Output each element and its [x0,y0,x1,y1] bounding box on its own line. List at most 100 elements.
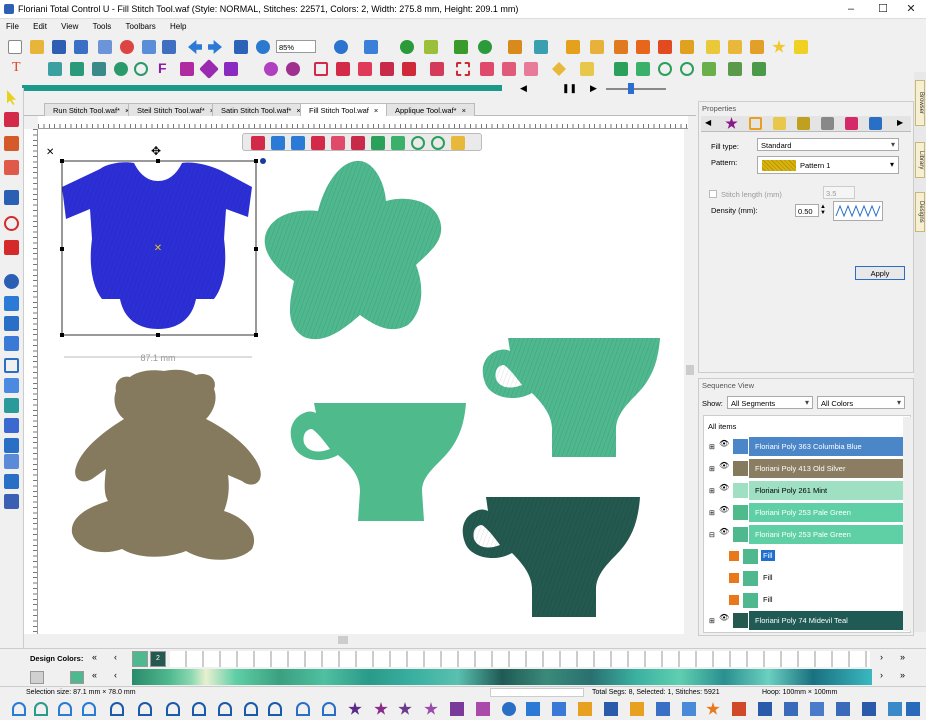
seq-fill-item[interactable]: Fill [729,569,909,589]
hand-stitch-icon[interactable] [578,702,592,716]
node-icon[interactable] [552,62,566,76]
eye-visibility-icon[interactable]: 👁 [719,527,729,536]
zoom-field[interactable]: 85% [276,40,316,53]
layers-icon[interactable] [658,40,672,54]
redo-icon[interactable] [208,40,222,54]
collapse-icon[interactable]: ⊟ [709,531,715,539]
stitch-length-field[interactable]: 3.5 [823,186,855,199]
outline-icon[interactable] [524,62,538,76]
print-icon[interactable] [98,40,112,54]
node-edit-icon[interactable] [4,190,19,205]
resize-icon[interactable] [70,62,84,76]
move-icon[interactable] [48,62,62,76]
tab-effects-icon[interactable] [797,117,810,130]
trim-icon[interactable] [430,62,444,76]
font-icon[interactable]: F [158,60,172,76]
photo-stitch-icon[interactable] [4,474,19,489]
last-color-icon[interactable]: » [900,652,905,662]
pattern-tool-icon[interactable] [4,398,19,413]
import-icon[interactable] [728,40,742,54]
flip-v-icon[interactable] [391,136,405,150]
density-field[interactable]: 0.50 [795,204,819,217]
player-next-icon[interactable]: ▶ [590,83,597,94]
distribute-icon[interactable] [728,62,742,76]
design-color-swatch[interactable] [132,651,148,667]
combine-icon[interactable] [380,62,394,76]
rotate-cw-icon[interactable] [431,136,445,150]
cut-object-icon[interactable] [251,136,265,150]
fill-stitch-pattern-icon[interactable] [682,702,696,716]
library-tab[interactable]: Library [915,142,925,178]
player-pause-icon[interactable]: ❚❚ [562,83,577,94]
star-design[interactable] [264,160,442,340]
tab-fill-stitch[interactable]: Fill Stitch Tool.waf × [300,103,388,116]
next-thread-icon[interactable]: › [880,670,883,680]
fill-stitch-pattern-icon[interactable] [836,702,850,716]
tab-fill-star-icon[interactable] [725,117,738,129]
share-icon[interactable] [364,40,378,54]
expand-icon[interactable]: ⊞ [709,487,715,495]
fill-stitch-pattern-icon[interactable] [758,702,772,716]
stitch-arc-icon[interactable] [34,702,48,716]
transform-icon[interactable] [351,136,365,150]
globe-tool-icon[interactable] [4,274,19,289]
lock-icon[interactable] [680,40,694,54]
export-icon[interactable] [706,40,720,54]
duplicate-icon[interactable] [331,136,345,150]
stitch-length-checkbox[interactable] [709,190,717,198]
circle-stitch-icon[interactable] [502,702,516,716]
mirror-v-icon[interactable] [636,62,650,76]
tools-icon[interactable] [534,40,548,54]
prev-color-icon[interactable]: ‹ [114,652,117,662]
fill-stitch-pattern-icon[interactable] [656,702,670,716]
motif-stitch-icon[interactable] [450,702,464,716]
colors-filter[interactable]: All Colors [817,396,905,409]
menu-edit[interactable]: Edit [27,19,53,31]
folder-icon[interactable] [750,40,764,54]
seq-row-columbia-blue[interactable]: ⊞ 👁 Floriani Poly 363 Columbia Blue [709,437,909,457]
design-canvas[interactable]: ✥ ✕ ✕ 87.1 mm [38,129,688,634]
flower-icon[interactable] [286,62,300,76]
stitch-arc-icon[interactable] [58,702,72,716]
fill-stitch-pattern-icon[interactable] [732,702,746,716]
teacup-dark-design[interactable] [462,497,640,617]
teddy-bear-design[interactable] [71,369,261,560]
rotate-right-icon[interactable] [680,62,694,76]
apply-button[interactable]: Apply [855,266,905,280]
orange-star-icon[interactable] [706,702,720,715]
star-stitch-icon[interactable] [398,702,412,715]
cut-icon[interactable] [120,40,134,54]
expand-icon[interactable]: ⊞ [709,509,715,517]
run-stitch-icon[interactable] [4,160,19,175]
menu-toolbars[interactable]: Toolbars [120,19,162,31]
satin-tool-icon[interactable] [4,378,19,393]
thread-icon[interactable] [566,40,580,54]
tab-prev-icon[interactable]: ◀ [705,118,715,128]
tab-applique[interactable]: Applique Tool.waf* × [386,103,475,116]
box-tool-icon[interactable] [4,358,19,373]
marquee-icon[interactable] [456,62,470,76]
sequence-scrollbar[interactable] [903,417,911,631]
scroll-thumb[interactable] [338,636,348,644]
pattern-select[interactable]: Pattern 1 ▾ [757,156,899,174]
knife-icon[interactable] [580,62,594,76]
ungroup-icon[interactable] [358,62,372,76]
fill-stitch-pattern-icon[interactable] [906,702,920,716]
expand-icon[interactable]: ⊞ [709,443,715,451]
density-spinner[interactable]: ▲ ▼ [819,204,827,217]
needle-icon[interactable] [424,40,438,54]
reshape-icon[interactable] [4,112,19,127]
tab-pattern-icon[interactable] [773,117,786,130]
zoom-icon[interactable] [4,216,19,231]
circle-tool-icon[interactable] [134,62,148,76]
segments-filter[interactable]: All Segments [727,396,813,409]
settings-gear-icon[interactable] [256,40,270,54]
stitch-arc-icon[interactable] [166,702,180,716]
stitch-arc-icon[interactable] [218,702,232,716]
select-box-icon[interactable] [314,62,328,76]
rotate-ccw-icon[interactable] [411,136,425,150]
stitch-progress-bar[interactable] [22,85,502,91]
undo-icon[interactable] [188,40,202,54]
fill-stitch-pattern-icon[interactable] [862,702,876,716]
trace-tool-icon[interactable] [4,438,19,453]
